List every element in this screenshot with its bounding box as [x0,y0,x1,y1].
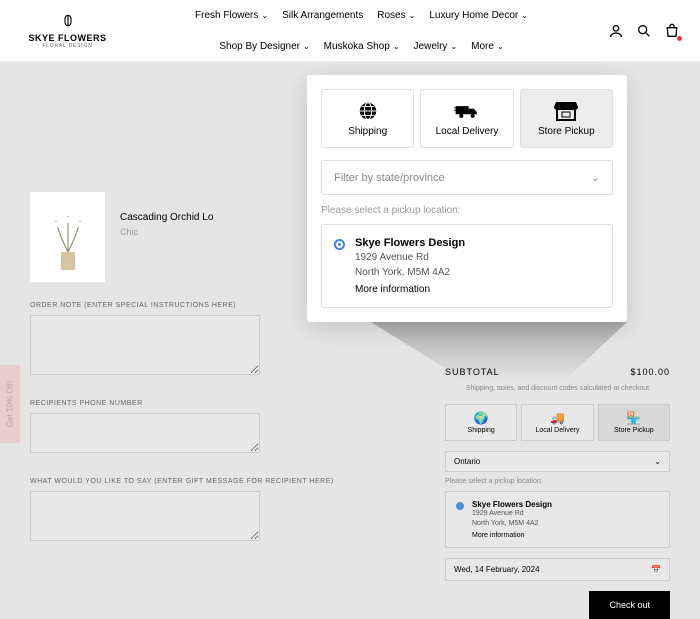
subtotal-value: $100.00 [630,367,670,377]
chevron-down-icon: ⌄ [591,171,600,184]
truck-icon: 🚚 [524,411,590,425]
province-select[interactable]: Ontario ⌄ [445,451,670,472]
account-icon[interactable] [608,23,624,39]
cart-tab-shipping[interactable]: 🌍 Shipping [445,404,517,441]
popover-tab-local[interactable]: Local Delivery [420,89,513,148]
main-nav: Fresh Flowers⌄ Silk Arrangements Roses⌄ … [115,10,608,52]
popover-pickup-prompt: Please select a pickup location: [321,205,613,216]
popover-tab-pickup[interactable]: Store Pickup [520,89,613,148]
truck-icon [425,100,508,122]
radio-selected[interactable] [456,502,464,510]
cart-tab-local[interactable]: 🚚 Local Delivery [521,404,593,441]
store-icon [525,100,608,122]
location-name: Skye Flowers Design [472,500,552,509]
popover-tab-shipping[interactable]: Shipping [321,89,414,148]
cart-summary: SUBTOTAL $100.00 Shipping, taxes, and di… [445,367,670,619]
tulip-icon [20,13,115,31]
location-name: Skye Flowers Design [355,237,465,249]
nav-roses[interactable]: Roses⌄ [377,10,415,21]
radio-selected[interactable] [334,239,345,250]
product-variant: Chic [120,227,213,237]
pickup-date-input[interactable]: Wed, 14 February, 2024 📅 [445,558,670,581]
more-info-link[interactable]: More information [355,284,465,295]
nav-more[interactable]: More⌄ [471,41,504,52]
product-thumbnail[interactable] [30,192,105,282]
calendar-icon: 📅 [651,565,661,574]
nav-jewelry[interactable]: Jewelry⌄ [414,41,458,52]
search-icon[interactable] [636,23,652,39]
chevron-down-icon: ⌄ [654,457,661,466]
pickup-prompt: Please select a pickup location: [445,478,670,485]
nav-silk[interactable]: Silk Arrangements [282,10,363,21]
more-info-link[interactable]: More information [472,532,552,539]
product-title: Cascading Orchid Lo [120,212,213,223]
cart-icon[interactable] [664,23,680,39]
brand-logo[interactable]: SKYE FLOWERS FLORAL DESIGN [20,13,115,49]
globe-icon [326,100,409,122]
popover-location-option[interactable]: Skye Flowers Design 1929 Avenue Rd North… [321,224,613,308]
checkout-button[interactable]: Check out [589,591,670,619]
nav-fresh-flowers[interactable]: Fresh Flowers⌄ [195,10,268,21]
pickup-location-option[interactable]: Skye Flowers Design 1929 Avenue Rd North… [445,491,670,548]
site-header: SKYE FLOWERS FLORAL DESIGN Fresh Flowers… [0,0,700,62]
store-icon: 🏪 [601,411,667,425]
globe-icon: 🌍 [448,411,514,425]
shipping-note: Shipping, taxes, and discount codes calc… [445,385,670,392]
nav-luxury[interactable]: Luxury Home Decor⌄ [429,10,528,21]
cart-tab-pickup[interactable]: 🏪 Store Pickup [598,404,670,441]
gift-message-input[interactable] [30,491,260,541]
popover-filter-select[interactable]: Filter by state/province ⌄ [321,160,613,195]
order-note-input[interactable] [30,315,260,375]
zoom-callout: Shipping Local Delivery Store Pickup Fil… [307,75,627,322]
nav-designer[interactable]: Shop By Designer⌄ [219,41,309,52]
phone-input[interactable] [30,413,260,453]
nav-muskoka[interactable]: Muskoka Shop⌄ [324,41,400,52]
